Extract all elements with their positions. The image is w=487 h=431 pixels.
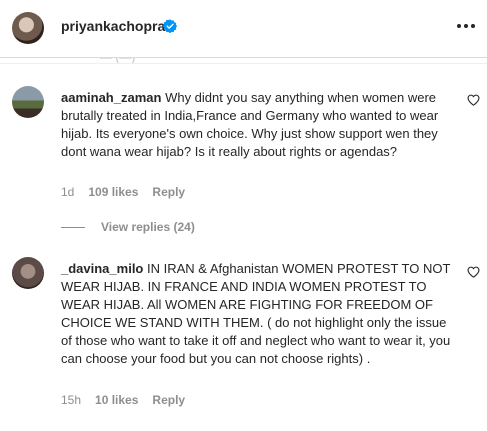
- comment-text: IN IRAN & Afghanistan WOMEN PROTEST TO N…: [61, 261, 451, 366]
- divider: [0, 63, 487, 64]
- comment-likes[interactable]: 109 likes: [88, 185, 138, 199]
- avatar[interactable]: [12, 86, 44, 118]
- comment-username[interactable]: _davina_milo: [61, 261, 143, 276]
- more-options-icon[interactable]: [457, 24, 475, 28]
- comment-timestamp[interactable]: 15h: [61, 393, 81, 407]
- like-heart-icon[interactable]: [467, 94, 480, 106]
- view-replies-button[interactable]: View replies (24): [61, 220, 195, 234]
- comment-likes[interactable]: 10 likes: [95, 393, 138, 407]
- view-replies-label[interactable]: View replies (24): [101, 220, 195, 234]
- like-heart-icon[interactable]: [467, 266, 480, 278]
- avatar[interactable]: [12, 257, 44, 289]
- post-header: priyankachopra: [0, 0, 487, 58]
- comment-meta: 1d 109 likes Reply: [61, 185, 185, 199]
- reply-button[interactable]: Reply: [152, 393, 185, 407]
- comment-meta: 15h 10 likes Reply: [61, 393, 185, 407]
- replies-line: [61, 226, 85, 228]
- post-author-username[interactable]: priyankachopra: [61, 18, 165, 34]
- comment-timestamp[interactable]: 1d: [61, 185, 74, 199]
- comment-body: aaminah_zaman Why didnt you say anything…: [61, 89, 456, 161]
- reply-button[interactable]: Reply: [152, 185, 185, 199]
- verified-badge-icon: [163, 19, 177, 33]
- comment-body: _davina_milo IN IRAN & Afghanistan WOMEN…: [61, 260, 456, 368]
- comment-username[interactable]: aaminah_zaman: [61, 90, 161, 105]
- avatar[interactable]: [12, 12, 44, 44]
